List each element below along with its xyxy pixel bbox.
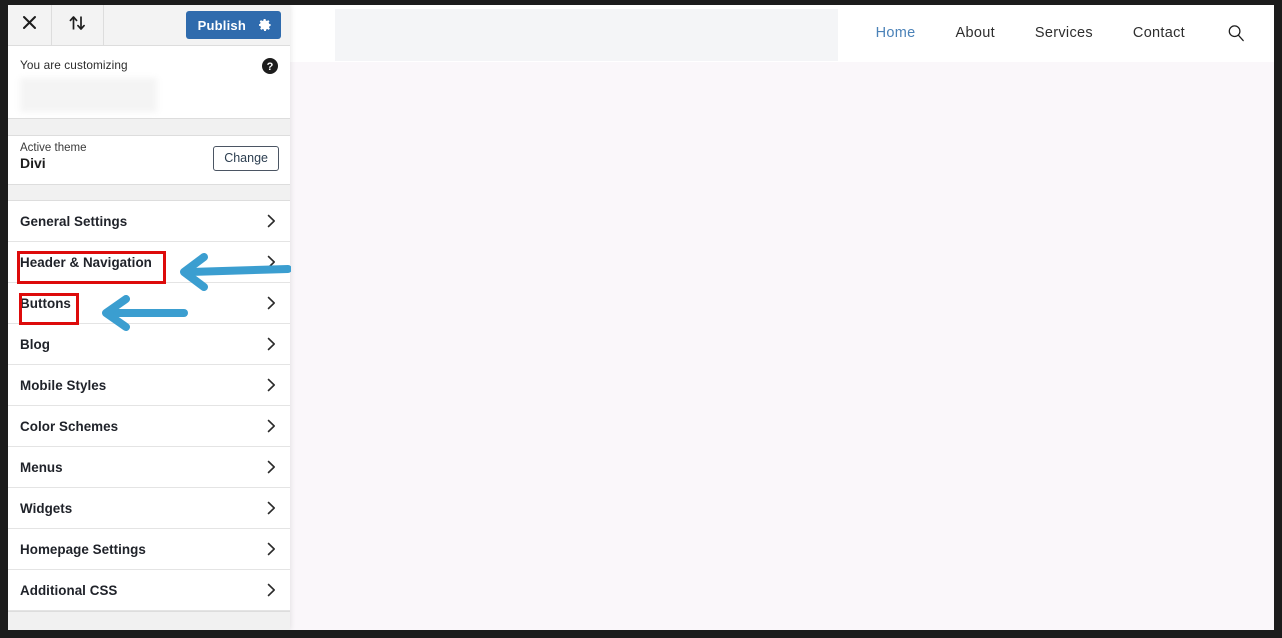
browser-viewport: Home About Services Contact Publish You … [8,5,1274,630]
site-logo-placeholder [335,9,838,61]
customizer-panel-list: General Settings Header & Navigation But… [8,200,290,611]
publish-button-label: Publish [197,17,246,33]
section-gap-bottom [8,611,290,625]
change-theme-button[interactable]: Change [213,146,279,171]
chevron-right-icon [267,542,276,556]
panel-label: Color Schemes [20,418,119,434]
nav-link-about[interactable]: About [936,5,1015,62]
panel-item-mobile-styles[interactable]: Mobile Styles [8,365,290,406]
site-primary-nav: Home About Services Contact [856,5,1260,62]
customizer-toolbar: Publish [8,5,290,46]
close-x-icon [22,15,37,35]
panel-label: Header & Navigation [20,254,152,270]
search-icon[interactable] [1205,5,1260,62]
panel-label: General Settings [20,213,128,229]
panel-label: Homepage Settings [20,541,146,557]
panel-item-buttons[interactable]: Buttons [8,283,290,324]
publish-button[interactable]: Publish [185,11,281,39]
nav-link-home[interactable]: Home [856,5,936,62]
help-icon[interactable]: ? [262,58,278,74]
panel-label: Blog [20,336,50,352]
panel-item-color-schemes[interactable]: Color Schemes [8,406,290,447]
chevron-right-icon [267,419,276,433]
chevron-right-icon [267,296,276,310]
chevron-right-icon [267,255,276,269]
panel-item-general-settings[interactable]: General Settings [8,201,290,242]
chevron-right-icon [267,583,276,597]
panel-label: Additional CSS [20,582,118,598]
close-customizer-button[interactable] [8,5,52,45]
panel-label: Mobile Styles [20,377,107,393]
chevron-right-icon [267,337,276,351]
chevron-right-icon [267,460,276,474]
panel-item-blog[interactable]: Blog [8,324,290,365]
publish-area: Publish [185,5,290,45]
chevron-right-icon [267,501,276,515]
nav-link-services[interactable]: Services [1015,5,1113,62]
customizing-info-block: You are customizing ? [8,46,290,119]
panel-label: Widgets [20,500,73,516]
panel-item-widgets[interactable]: Widgets [8,488,290,529]
chevron-right-icon [267,214,276,228]
panel-item-header-and-navigation[interactable]: Header & Navigation [8,242,290,283]
section-gap-top [8,119,290,135]
panel-label: Menus [20,459,63,475]
svg-text:?: ? [267,61,274,73]
panel-item-homepage-settings[interactable]: Homepage Settings [8,529,290,570]
nav-link-contact[interactable]: Contact [1113,5,1205,62]
site-title-blurred [20,78,157,112]
panel-label: Buttons [20,295,71,311]
screenshot-root: Home About Services Contact Publish You … [0,0,1282,638]
active-theme-block: Active theme Divi Change [8,135,290,185]
chevron-right-icon [267,378,276,392]
wp-customizer-sidebar: Publish You are customizing ? Active the… [8,5,290,630]
collapse-sidebar-button[interactable] [52,5,104,45]
up-down-arrows-icon [68,15,87,36]
section-gap-middle [8,185,290,200]
gear-icon[interactable] [258,18,272,32]
panel-item-menus[interactable]: Menus [8,447,290,488]
customizing-label: You are customizing [20,58,128,72]
toolbar-spacer [104,5,186,45]
panel-item-additional-css[interactable]: Additional CSS [8,570,290,611]
